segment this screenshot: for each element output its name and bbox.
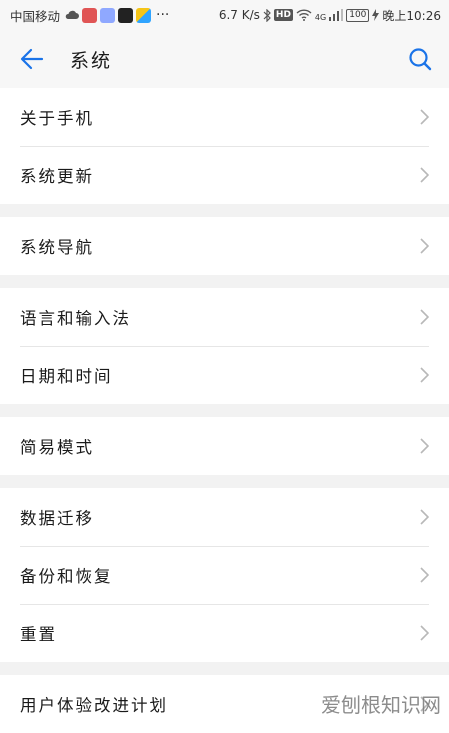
clock: 晚上10:26 xyxy=(382,8,441,23)
battery-level: 100 xyxy=(346,8,370,22)
chevron-right-icon xyxy=(420,567,429,583)
chevron-right-icon xyxy=(420,238,429,254)
app-notification-icon xyxy=(100,7,116,23)
settings-item-reset[interactable]: 重置 xyxy=(0,604,449,662)
arrow-left-icon xyxy=(20,48,44,70)
network-type: 4G xyxy=(314,12,327,22)
app-notification-icon xyxy=(136,7,152,23)
search-icon xyxy=(409,48,432,71)
carrier-label: 中国移动 xyxy=(10,8,61,24)
settings-item-about-phone[interactable]: 关于手机 xyxy=(0,88,449,146)
app-notification-icon xyxy=(82,7,98,23)
group-divider xyxy=(0,404,449,417)
back-button[interactable] xyxy=(0,30,64,88)
cloud-icon xyxy=(65,10,80,19)
settings-item-label: 用户体验改进计划 xyxy=(20,696,168,715)
settings-list: 关于手机 系统更新 系统导航 语言和输入法 日期和时间 简易模式 数据迁移 备份… xyxy=(0,88,449,733)
chevron-right-icon xyxy=(420,438,429,454)
charging-icon xyxy=(372,9,380,21)
settings-item-language-input[interactable]: 语言和输入法 xyxy=(0,288,449,346)
status-left: 中国移动 ··· xyxy=(0,6,169,25)
search-button[interactable] xyxy=(391,30,449,88)
settings-item-label: 语言和输入法 xyxy=(20,309,131,328)
chevron-right-icon xyxy=(420,509,429,525)
chevron-right-icon xyxy=(420,109,429,125)
settings-item-label: 简易模式 xyxy=(20,438,94,457)
settings-item-label: 数据迁移 xyxy=(20,509,94,528)
network-speed: 6.7 K/s xyxy=(218,8,260,22)
group-divider xyxy=(0,204,449,217)
settings-item-data-migration[interactable]: 数据迁移 xyxy=(0,488,449,546)
wifi-icon xyxy=(296,9,312,21)
status-right: 6.7 K/s HD 4G 100 晚上10:26 xyxy=(219,7,449,24)
status-bar: 中国移动 ··· 6.7 K/s HD 4G 100 晚上10:26 xyxy=(0,0,449,30)
chevron-right-icon xyxy=(420,367,429,383)
settings-group: 数据迁移 备份和恢复 重置 xyxy=(0,488,449,662)
chevron-right-icon xyxy=(420,625,429,641)
page-title: 系统 xyxy=(70,49,113,72)
settings-item-label: 备份和恢复 xyxy=(20,567,113,586)
settings-item-label: 系统导航 xyxy=(20,238,94,257)
settings-group: 语言和输入法 日期和时间 xyxy=(0,288,449,404)
more-notifications-icon: ··· xyxy=(156,7,170,23)
settings-item-label: 关于手机 xyxy=(20,109,94,128)
settings-item-system-navigation[interactable]: 系统导航 xyxy=(0,217,449,275)
settings-group: 关于手机 系统更新 xyxy=(0,88,449,204)
bluetooth-icon xyxy=(263,8,271,22)
watermark-text: 爱刨根知识网 xyxy=(321,693,441,717)
signal-icon xyxy=(329,9,344,21)
settings-item-date-time[interactable]: 日期和时间 xyxy=(0,346,449,404)
tiktok-icon xyxy=(118,7,134,23)
hd-badge: HD xyxy=(273,9,293,21)
settings-item-label: 重置 xyxy=(20,625,57,644)
group-divider xyxy=(0,475,449,488)
settings-group: 系统导航 xyxy=(0,217,449,275)
chevron-right-icon xyxy=(420,167,429,183)
settings-item-label: 日期和时间 xyxy=(20,367,113,386)
settings-item-system-update[interactable]: 系统更新 xyxy=(0,146,449,204)
settings-group: 简易模式 xyxy=(0,417,449,475)
settings-item-simple-mode[interactable]: 简易模式 xyxy=(0,417,449,475)
app-header: 系统 xyxy=(0,30,449,88)
settings-item-backup-restore[interactable]: 备份和恢复 xyxy=(0,546,449,604)
chevron-right-icon xyxy=(420,309,429,325)
settings-item-label: 系统更新 xyxy=(20,167,94,186)
group-divider xyxy=(0,275,449,288)
group-divider xyxy=(0,662,449,675)
